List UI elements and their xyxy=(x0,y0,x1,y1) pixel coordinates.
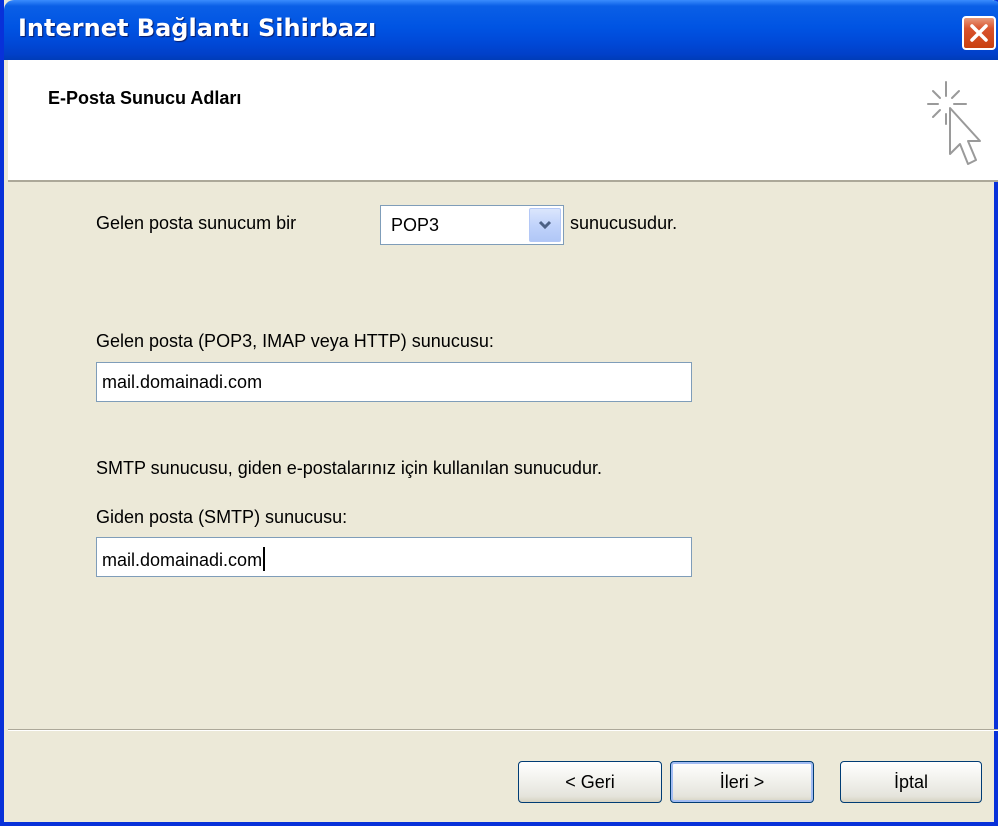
chevron-down-icon xyxy=(538,220,552,230)
close-button[interactable] xyxy=(962,16,996,50)
outgoing-server-label: Giden posta (SMTP) sunucusu: xyxy=(96,507,348,527)
text-caret xyxy=(263,547,266,571)
outgoing-server-input[interactable]: mail.domainadi.com xyxy=(96,537,692,577)
incoming-server-input[interactable]: mail.domainadi.com xyxy=(96,362,692,402)
dialog-window: Internet Bağlantı Sihirbazı E-Posta Sunu… xyxy=(0,0,998,826)
outgoing-server-text: mail.domainadi.com xyxy=(102,547,266,571)
page-title: E-Posta Sunucu Adları xyxy=(48,88,242,108)
back-button[interactable]: < Geri xyxy=(518,761,662,803)
next-button[interactable]: İleri > xyxy=(670,761,814,803)
incoming-type-value: POP3 xyxy=(391,215,440,235)
window-title: Internet Bağlantı Sihirbazı xyxy=(18,14,377,42)
footer-separator xyxy=(8,729,998,731)
incoming-server-value: mail.domainadi.com xyxy=(102,372,263,392)
dropdown-button[interactable] xyxy=(529,208,561,242)
incoming-type-select[interactable]: POP3 xyxy=(380,205,564,245)
incoming-server-label: Gelen posta (POP3, IMAP veya HTTP) sunuc… xyxy=(96,331,494,351)
title-bar[interactable]: Internet Bağlantı Sihirbazı xyxy=(4,0,998,60)
incoming-type-label: Gelen posta sunucum bir xyxy=(96,213,297,233)
close-icon xyxy=(970,24,988,42)
incoming-type-suffix: sunucusudur. xyxy=(570,213,678,233)
wizard-header: E-Posta Sunucu Adları xyxy=(8,60,998,182)
cancel-button[interactable]: İptal xyxy=(840,761,982,803)
smtp-note: SMTP sunucusu, giden e-postalarınız için… xyxy=(96,458,602,478)
wizard-cursor-icon xyxy=(927,81,981,165)
outgoing-server-value: mail.domainadi.com xyxy=(102,550,263,570)
